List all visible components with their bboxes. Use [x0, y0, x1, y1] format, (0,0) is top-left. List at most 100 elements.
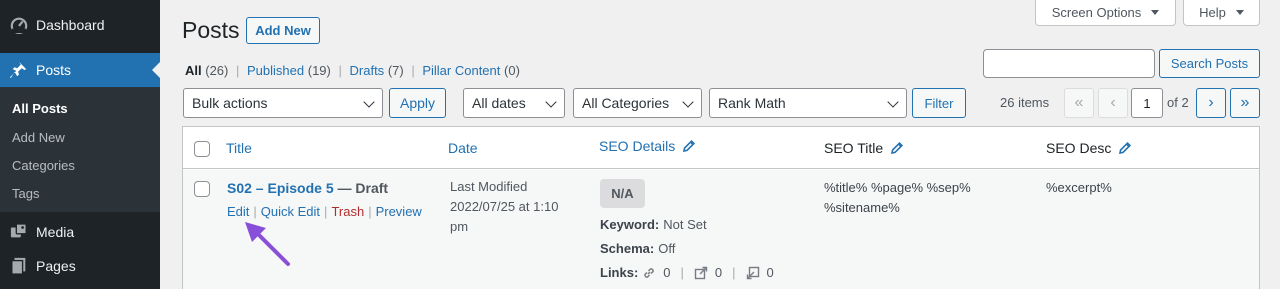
sidebar-item-media[interactable]: Media — [0, 218, 160, 246]
sidebar-item-dashboard[interactable]: Dashboard — [0, 11, 160, 39]
column-seo-desc: SEO Desc — [1046, 140, 1132, 156]
dashboard-icon — [9, 15, 29, 35]
pencil-icon[interactable] — [890, 141, 904, 155]
submenu-categories[interactable]: Categories — [12, 158, 75, 173]
post-title: S02 – Episode 5 — Draft — [227, 180, 388, 196]
schema-line: Schema: Off — [600, 241, 675, 256]
select-all-checkbox[interactable] — [194, 141, 210, 157]
add-new-button[interactable]: Add New — [246, 17, 320, 44]
column-label: Title — [226, 140, 252, 156]
external-links: 0 — [694, 265, 722, 280]
column-title[interactable]: Title — [226, 140, 252, 156]
search-input[interactable] — [983, 49, 1155, 78]
bulk-actions-select[interactable]: Bulk actions — [183, 88, 383, 118]
separator: | — [253, 204, 257, 219]
quick-edit-link[interactable]: Quick Edit — [261, 204, 320, 219]
external-links-count: 0 — [714, 265, 723, 280]
screen-options-button[interactable]: Screen Options — [1035, 0, 1176, 26]
caret-down-icon — [1235, 10, 1244, 15]
search-posts-button[interactable]: Search Posts — [1159, 49, 1260, 78]
view-all[interactable]: All — [185, 63, 202, 78]
help-label: Help — [1199, 5, 1226, 20]
apply-button[interactable]: Apply — [389, 88, 446, 118]
links-label: Links: — [600, 265, 639, 280]
preview-link[interactable]: Preview — [376, 204, 422, 219]
dates-filter-select[interactable]: All dates — [463, 88, 565, 118]
rank-math-filter-select[interactable]: Rank Math — [709, 88, 907, 118]
row-checkbox[interactable] — [194, 181, 210, 197]
sidebar-item-pages[interactable]: Pages — [0, 252, 160, 280]
table-header: Title Date SEO Details SEO Title SEO Des… — [183, 127, 1259, 169]
pencil-icon[interactable] — [1118, 141, 1132, 155]
seo-score-badge: N/A — [600, 179, 645, 208]
edit-link[interactable]: Edit — [227, 204, 249, 219]
seo-title-cell: %title% %page% %sep% %sitename% — [824, 178, 971, 218]
total-pages: of 2 — [1167, 95, 1189, 110]
current-page-input[interactable]: 1 — [1131, 88, 1163, 118]
sidebar-item-label: Media — [36, 224, 75, 240]
seo-desc-value: %excerpt% — [1046, 180, 1112, 195]
schema-label: Schema: — [600, 241, 655, 256]
view-drafts[interactable]: Drafts — [350, 63, 385, 78]
date-cell: Last Modified 2022/07/25 at 1:10 pm — [450, 177, 558, 237]
posts-table: Title Date SEO Details SEO Title SEO Des… — [182, 126, 1260, 289]
view-pillar-content[interactable]: Pillar Content — [422, 63, 500, 78]
filter-button[interactable]: Filter — [912, 88, 966, 118]
chevron-down-icon — [545, 96, 557, 108]
post-status-views: All (26) | Published (19) | Drafts (7) |… — [185, 63, 520, 78]
column-label: SEO Title — [824, 140, 884, 156]
first-page-button[interactable]: « — [1064, 88, 1094, 118]
keyword-value: Not Set — [663, 217, 707, 232]
column-label: Date — [448, 140, 478, 156]
chevron-down-icon — [682, 96, 694, 108]
select-value: All Categories — [582, 95, 670, 111]
seo-title-value: %title% %page% %sep% — [824, 180, 971, 195]
separator: | — [680, 265, 684, 280]
select-value: Rank Math — [718, 95, 786, 111]
separator: | — [411, 63, 415, 78]
trash-link[interactable]: Trash — [331, 204, 364, 219]
select-value: Bulk actions — [192, 95, 268, 111]
view-count: (7) — [387, 63, 404, 78]
view-published[interactable]: Published — [247, 63, 304, 78]
admin-sidebar: Dashboard Posts All Posts Add New Catego… — [0, 0, 160, 289]
chevron-down-icon — [363, 96, 375, 108]
column-seo-title: SEO Title — [824, 140, 904, 156]
separator: | — [732, 265, 736, 280]
submenu-tags[interactable]: Tags — [12, 186, 39, 201]
sidebar-item-label: Posts — [36, 62, 72, 78]
help-button[interactable]: Help — [1183, 0, 1260, 26]
schema-value: Off — [658, 241, 676, 256]
link-icon — [644, 267, 655, 278]
date-value: 2022/07/25 at 1:10 — [450, 199, 559, 214]
column-seo-details[interactable]: SEO Details — [599, 138, 696, 154]
categories-filter-select[interactable]: All Categories — [573, 88, 702, 118]
view-count: (0) — [504, 63, 520, 78]
row-actions: Edit | Quick Edit | Trash | Preview — [227, 204, 422, 219]
column-date[interactable]: Date — [448, 140, 478, 156]
links-line: Links: 0 | 0 | 0 — [600, 265, 784, 280]
submenu-all-posts[interactable]: All Posts — [12, 101, 68, 116]
incoming-links: 0 — [746, 265, 774, 280]
post-state: — Draft — [333, 180, 389, 196]
sidebar-item-posts[interactable]: Posts — [0, 53, 160, 87]
pages-icon — [9, 256, 29, 276]
pencil-icon[interactable] — [682, 139, 696, 153]
internal-links-count: 0 — [663, 265, 671, 280]
post-title-link[interactable]: S02 – Episode 5 — [227, 180, 334, 196]
previous-page-button[interactable]: ‹ — [1098, 88, 1128, 118]
incoming-link-icon — [746, 266, 759, 279]
chevron-down-icon — [887, 96, 899, 108]
sidebar-item-label: Dashboard — [36, 17, 105, 33]
submenu-add-new[interactable]: Add New — [12, 130, 65, 145]
column-label: SEO Details — [599, 138, 676, 154]
table-row: S02 – Episode 5 — Draft Edit | Quick Edit |… — [183, 170, 1259, 289]
date-value: pm — [450, 219, 469, 234]
pushpin-icon — [9, 60, 29, 80]
screen-options-label: Screen Options — [1051, 5, 1142, 20]
view-count: (19) — [307, 63, 331, 78]
next-page-button[interactable]: › — [1196, 88, 1226, 118]
separator: | — [338, 63, 342, 78]
posts-submenu: All Posts Add New Categories Tags — [0, 87, 160, 212]
last-page-button[interactable]: » — [1230, 88, 1260, 118]
